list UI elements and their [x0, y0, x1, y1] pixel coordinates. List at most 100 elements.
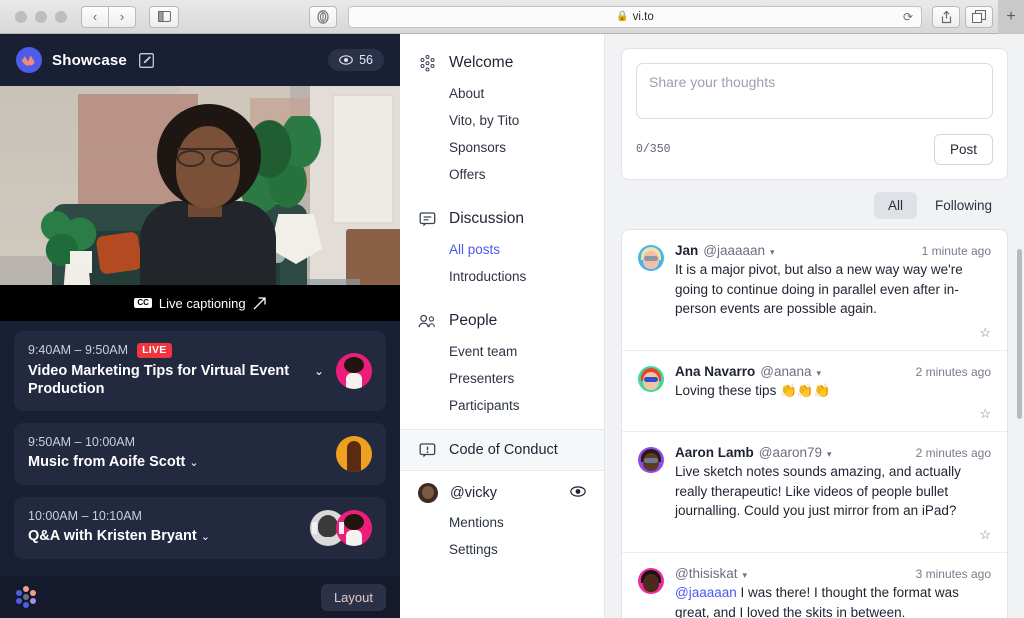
- sidebar-item-settings[interactable]: Settings: [400, 536, 604, 563]
- sidebar-item-offers[interactable]: Offers: [400, 161, 604, 188]
- close-window-button[interactable]: [15, 10, 27, 23]
- sidebar-item-all-posts[interactable]: All posts: [400, 236, 604, 263]
- sidebar-group-label: People: [449, 312, 498, 329]
- posts-feed: Jan @jaaaaan ▾ 1 minute ago It is a majo…: [621, 229, 1008, 618]
- nav-panel: Welcome About Vito, by Tito Sponsors Off…: [400, 34, 605, 618]
- sidebar-item-mentions[interactable]: Mentions: [400, 509, 604, 536]
- discussion-panel: 0/350 Post All Following Jan @jaaaaan: [605, 34, 1024, 618]
- account-row[interactable]: @vicky: [400, 471, 604, 509]
- sidebar-item-code-of-conduct[interactable]: Code of Conduct: [400, 429, 604, 471]
- chevron-down-icon[interactable]: ▾: [770, 247, 775, 258]
- window-traffic-lights[interactable]: [8, 10, 81, 23]
- back-button[interactable]: ‹: [81, 5, 109, 28]
- schedule-list: 9:40AM – 9:50AM LIVE Video Marketing Tip…: [0, 321, 400, 576]
- sidebar-item-welcome[interactable]: Welcome: [400, 46, 604, 80]
- composer-footer: 0/350 Post: [636, 134, 993, 165]
- post-item[interactable]: Jan @jaaaaan ▾ 1 minute ago It is a majo…: [622, 230, 1007, 351]
- tab-all[interactable]: All: [873, 192, 917, 219]
- reader-view-icon[interactable]: [309, 5, 337, 28]
- post-body: Aaron Lamb @aaron79 ▾ 2 minutes ago Live…: [675, 445, 991, 543]
- chevron-down-icon[interactable]: ⌄: [314, 364, 324, 378]
- post-actions: ☆: [675, 325, 991, 341]
- composer-card: 0/350 Post: [621, 48, 1008, 180]
- tab-following[interactable]: Following: [921, 192, 1006, 219]
- schedule-time-row: 9:40AM – 9:50AM LIVE: [28, 343, 306, 358]
- post-button[interactable]: Post: [933, 134, 993, 165]
- account-handle: @vicky: [450, 485, 497, 501]
- sidebar-item-introductions[interactable]: Introductions: [400, 263, 604, 290]
- sidebar-item-participants[interactable]: Participants: [400, 392, 604, 419]
- sidebar-item-sponsors[interactable]: Sponsors: [400, 134, 604, 161]
- post-header: Jan @jaaaaan ▾ 1 minute ago: [675, 243, 991, 258]
- sidebar-item-event-team[interactable]: Event team: [400, 338, 604, 365]
- schedule-title: Q&A with Kristen Bryant ⌄: [28, 527, 302, 546]
- avatar: [638, 447, 664, 474]
- new-tab-button[interactable]: +: [998, 0, 1024, 34]
- chevron-down-icon[interactable]: ⌄: [201, 531, 210, 543]
- chevron-down-icon[interactable]: ▾: [742, 570, 747, 581]
- post-body: Ana Navarro @anana ▾ 2 minutes ago Lovin…: [675, 364, 991, 423]
- live-captioning-bar[interactable]: CC Live captioning: [0, 285, 400, 321]
- people-icon: [418, 312, 436, 330]
- external-link-icon: [253, 296, 266, 309]
- alert-bubble-icon: [418, 441, 436, 459]
- sidebar-item-discussion[interactable]: Discussion: [400, 202, 604, 236]
- post-timestamp: 1 minute ago: [921, 244, 991, 258]
- layout-button[interactable]: Layout: [320, 583, 386, 611]
- event-logo-icon: [16, 47, 42, 73]
- schedule-title-text: Music from Aoife Scott: [28, 454, 186, 471]
- feed-scrollbar[interactable]: [1017, 249, 1022, 419]
- tito-logo-icon: [14, 585, 38, 609]
- minimize-window-button[interactable]: [35, 10, 47, 23]
- schedule-time: 9:40AM – 9:50AM: [28, 343, 129, 358]
- chevron-down-icon[interactable]: ⌄: [189, 457, 198, 469]
- chevron-down-icon[interactable]: ▾: [817, 368, 822, 379]
- sidebar-item-people[interactable]: People: [400, 304, 604, 338]
- star-icon[interactable]: ☆: [979, 325, 991, 341]
- schedule-item[interactable]: 10:00AM – 10:10AM Q&A with Kristen Bryan…: [14, 497, 386, 560]
- post-header: Aaron Lamb @aaron79 ▾ 2 minutes ago: [675, 445, 991, 460]
- star-icon[interactable]: ☆: [979, 527, 991, 543]
- chevron-down-icon[interactable]: ▾: [827, 449, 832, 460]
- eye-icon[interactable]: [570, 485, 586, 501]
- pencil-edit-icon[interactable]: [139, 52, 154, 68]
- viewers-badge: 56: [328, 49, 384, 71]
- star-icon[interactable]: ☆: [979, 406, 991, 422]
- sidebar-item-about[interactable]: About: [400, 80, 604, 107]
- schedule-item[interactable]: 9:50AM – 10:00AM Music from Aoife Scott …: [14, 423, 386, 486]
- avatar: [418, 483, 438, 503]
- sidebar-group-label: Welcome: [449, 54, 514, 71]
- stage-footer: Layout: [0, 576, 400, 618]
- post-author-name: Aaron Lamb: [675, 445, 754, 461]
- sidebar-toggle-icon[interactable]: [149, 5, 179, 28]
- post-item[interactable]: Ana Navarro @anana ▾ 2 minutes ago Lovin…: [622, 351, 1007, 433]
- post-mention-link[interactable]: @jaaaaan: [675, 585, 737, 600]
- video-stage[interactable]: CC Live captioning: [0, 86, 400, 321]
- dots-cluster-icon: [418, 54, 436, 72]
- post-author-name: Jan: [675, 243, 699, 258]
- schedule-item-content: 9:50AM – 10:00AM Music from Aoife Scott …: [28, 435, 336, 472]
- post-author-handle: @anana: [760, 363, 812, 379]
- share-icon[interactable]: [932, 5, 960, 28]
- stage-header: Showcase 56: [0, 34, 400, 86]
- code-of-conduct-label: Code of Conduct: [449, 442, 558, 458]
- schedule-item[interactable]: 9:40AM – 9:50AM LIVE Video Marketing Tip…: [14, 331, 386, 412]
- sidebar-item-vito-by-tito[interactable]: Vito, by Tito: [400, 107, 604, 134]
- tab-overview-icon[interactable]: [965, 5, 993, 28]
- forward-button[interactable]: ›: [108, 5, 136, 28]
- sidebar-group-label: Discussion: [449, 210, 524, 227]
- post-text: @jaaaaan I was there! I thought the form…: [675, 583, 991, 618]
- post-item[interactable]: @thisiskat ▾ 3 minutes ago @jaaaaan I wa…: [622, 553, 1007, 618]
- sidebar-item-presenters[interactable]: Presenters: [400, 365, 604, 392]
- live-captioning-label: Live captioning: [158, 295, 246, 311]
- character-counter: 0/350: [636, 143, 671, 156]
- maximize-window-button[interactable]: [55, 10, 67, 23]
- reload-icon[interactable]: ⟳: [903, 10, 913, 24]
- post-text: It is a major pivot, but also a new way …: [675, 262, 963, 317]
- post-item[interactable]: Aaron Lamb @aaron79 ▾ 2 minutes ago Live…: [622, 432, 1007, 553]
- post-header: @thisiskat ▾ 3 minutes ago: [675, 566, 991, 581]
- schedule-title-text: Q&A with Kristen Bryant: [28, 528, 197, 545]
- address-bar[interactable]: 🔒 vi.to ⟳: [348, 5, 922, 28]
- stage-panel: Showcase 56 CC Live captioning 9:40AM – …: [0, 34, 400, 618]
- share-thoughts-input[interactable]: [636, 63, 993, 119]
